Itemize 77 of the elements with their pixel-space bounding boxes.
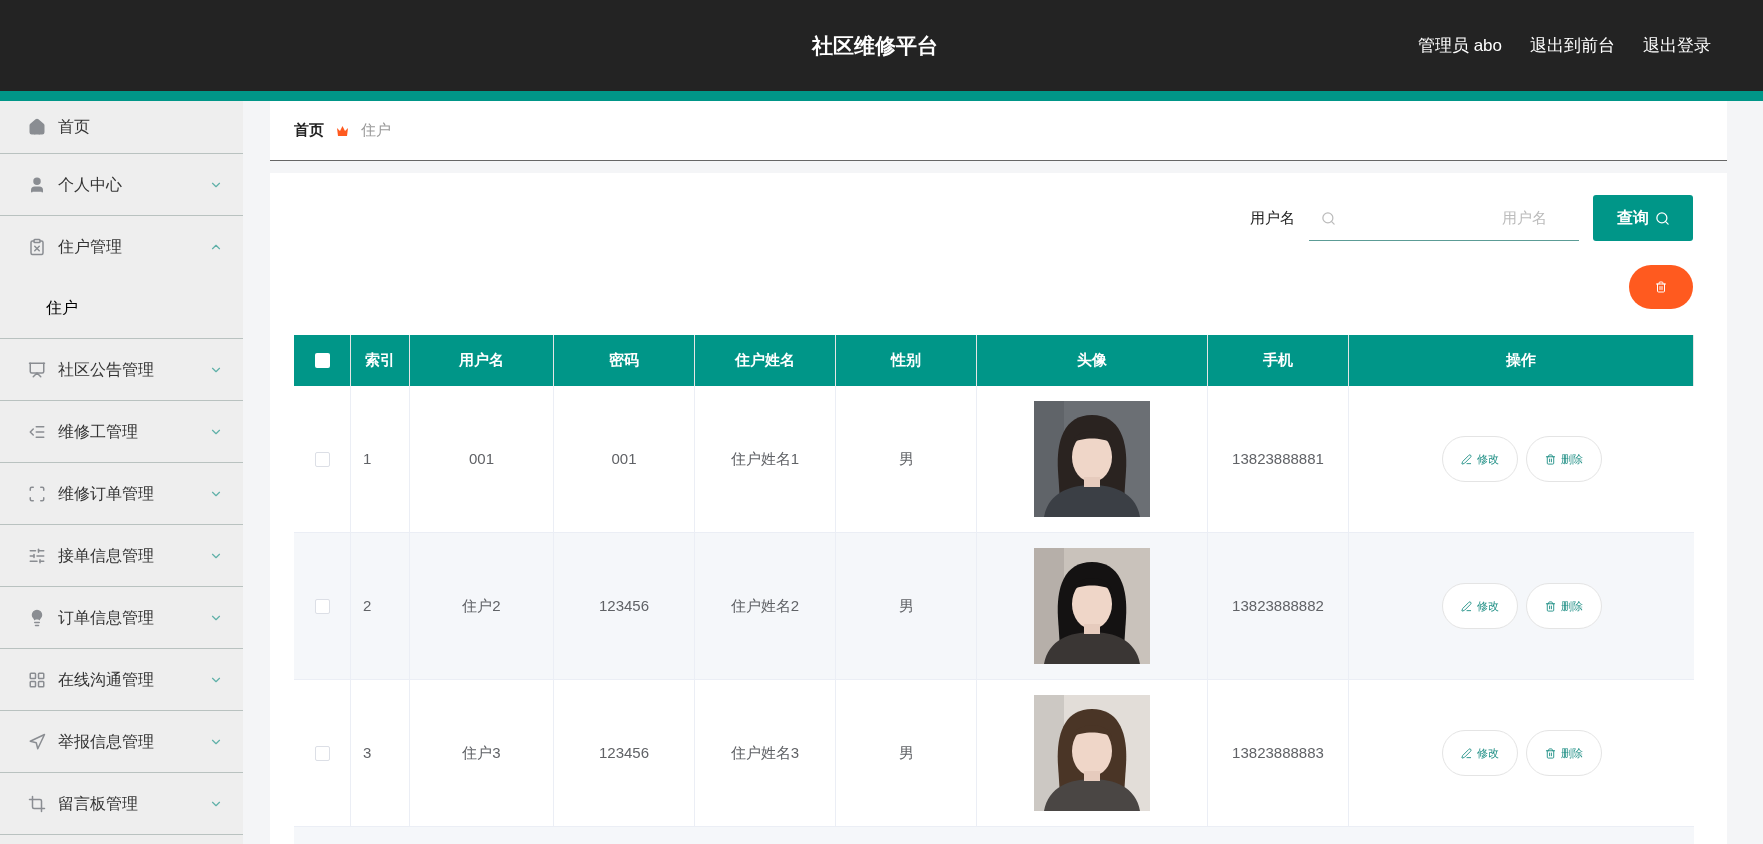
header-link[interactable]: 退出到前台 bbox=[1530, 32, 1615, 59]
trash-icon bbox=[1544, 453, 1556, 465]
table-cell-text: 住户2 bbox=[462, 595, 501, 616]
sidebar-item[interactable]: 维修订单管理 bbox=[0, 463, 243, 524]
sidebar-item[interactable]: 首页 bbox=[0, 101, 243, 153]
edit-button[interactable]: 修改 bbox=[1441, 436, 1518, 482]
sidebar-item[interactable]: 订单信息管理 bbox=[0, 587, 243, 648]
delete-row-button[interactable]: 删除 bbox=[1525, 436, 1602, 482]
app-title: 社区维修平台 bbox=[812, 32, 938, 59]
row-checkbox[interactable] bbox=[314, 598, 330, 614]
column-header: 手机 bbox=[1263, 350, 1293, 371]
table-cell-text: 男 bbox=[898, 448, 914, 469]
column-header: 用户名 bbox=[459, 350, 504, 371]
frame-icon bbox=[28, 484, 46, 503]
breadcrumb-item[interactable]: 首页 bbox=[294, 119, 324, 142]
sliders-icon bbox=[28, 546, 46, 565]
table-cell-text: 123456 bbox=[598, 595, 650, 616]
sidebar-item[interactable]: 个人中心 bbox=[0, 154, 243, 215]
column-header: 操作 bbox=[1506, 350, 1536, 371]
clipboard-icon bbox=[28, 237, 46, 256]
table-cell-text: 001 bbox=[469, 448, 494, 469]
edit-button[interactable]: 修改 bbox=[1441, 583, 1518, 629]
header-link[interactable]: 退出登录 bbox=[1643, 32, 1711, 59]
user-icon bbox=[28, 175, 46, 194]
column-header: 住户姓名 bbox=[735, 350, 795, 371]
trash-icon bbox=[1544, 600, 1556, 612]
search-label: 用户名 bbox=[1250, 207, 1295, 228]
table-cell-text: 住户姓名2 bbox=[730, 595, 800, 616]
column-header: 头像 bbox=[1077, 350, 1107, 371]
table-cell-text: 3 bbox=[363, 742, 372, 763]
trash-icon bbox=[1655, 281, 1667, 293]
sidebar-item[interactable]: 维修工管理 bbox=[0, 401, 243, 462]
table-cell-text: 住户姓名3 bbox=[730, 742, 800, 763]
delete-row-button[interactable]: 删除 bbox=[1525, 730, 1602, 776]
sidebar-item[interactable]: 住户管理 bbox=[0, 216, 243, 277]
search-field[interactable]: 用户名 bbox=[1309, 195, 1579, 241]
table-cell-text: 男 bbox=[898, 742, 914, 763]
table-cell-text: 住户3 bbox=[462, 742, 501, 763]
edit-button[interactable]: 修改 bbox=[1441, 730, 1518, 776]
table-cell-text: 001 bbox=[611, 448, 637, 469]
sidebar-item[interactable]: 接单信息管理 bbox=[0, 525, 243, 586]
delete-row-button[interactable]: 删除 bbox=[1525, 583, 1602, 629]
delete-button[interactable] bbox=[1629, 265, 1693, 309]
select-all-checkbox[interactable] bbox=[314, 353, 330, 368]
crown-icon bbox=[336, 124, 349, 137]
breadcrumb-item: 住户 bbox=[361, 120, 391, 141]
table-cell-text: 1 bbox=[363, 448, 372, 469]
home-icon bbox=[28, 118, 46, 136]
query-button[interactable]: 查询 bbox=[1593, 195, 1693, 241]
crop-icon bbox=[28, 794, 46, 813]
submenu-item[interactable]: 住户 bbox=[0, 277, 243, 338]
trash-icon bbox=[1544, 747, 1556, 759]
sidebar-item[interactable]: 社区公告管理 bbox=[0, 339, 243, 400]
table-cell-text: 13823888881 bbox=[1232, 448, 1324, 469]
search-icon bbox=[1321, 210, 1336, 226]
signboard-icon bbox=[28, 360, 46, 379]
sidebar-item[interactable]: 在线沟通管理 bbox=[0, 649, 243, 710]
column-header: 性别 bbox=[891, 350, 921, 371]
table-cell-text: 13823888882 bbox=[1232, 595, 1324, 616]
column-header: 密码 bbox=[609, 350, 639, 371]
sidebar-item[interactable]: 举报信息管理 bbox=[0, 711, 243, 772]
navigation-icon bbox=[28, 732, 46, 751]
table-cell-text: 123456 bbox=[598, 742, 650, 763]
row-checkbox[interactable] bbox=[314, 745, 330, 761]
sidebar-item[interactable]: 留言板管理 bbox=[0, 773, 243, 834]
row-checkbox[interactable] bbox=[314, 451, 330, 467]
search-icon bbox=[1654, 210, 1670, 226]
grid-icon bbox=[28, 670, 46, 689]
pencil-icon bbox=[1460, 600, 1472, 612]
column-header: 索引 bbox=[365, 350, 395, 371]
pencil-icon bbox=[1460, 747, 1472, 759]
table-cell-text: 2 bbox=[363, 595, 372, 616]
table-cell-text: 13823888883 bbox=[1232, 742, 1324, 763]
pencil-icon bbox=[1460, 453, 1472, 465]
table-cell-text: 住户姓名1 bbox=[730, 448, 800, 469]
table-cell-text: 男 bbox=[898, 595, 914, 616]
header-link[interactable]: 管理员 abo bbox=[1417, 32, 1502, 59]
